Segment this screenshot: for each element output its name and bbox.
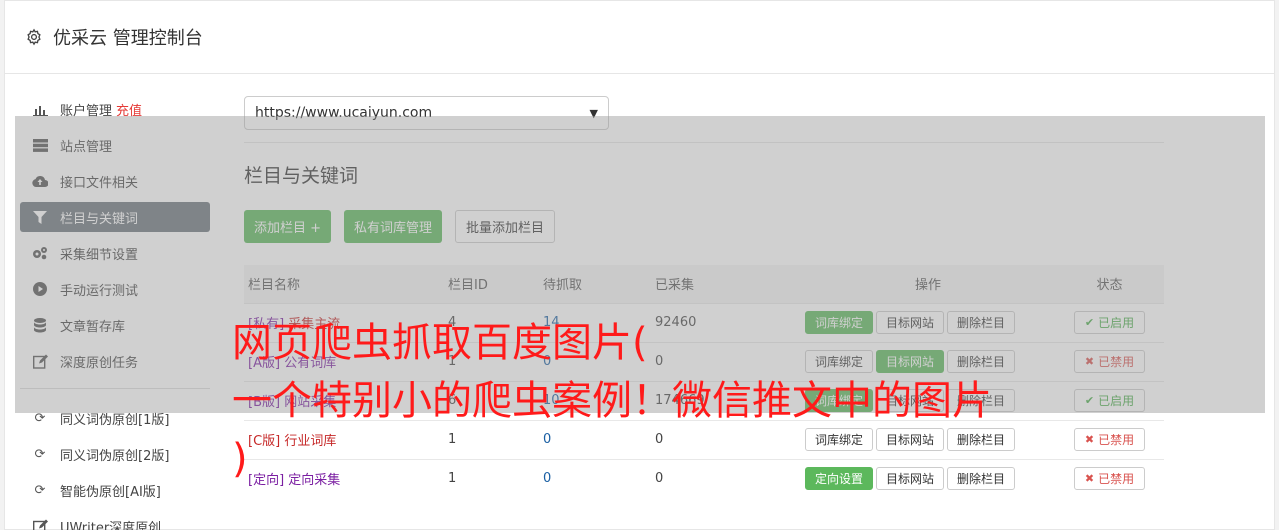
gear-icon — [25, 28, 43, 46]
sidebar-item-synonym-v2[interactable]: ⟳ 同义词伪原创[2版] — [20, 439, 210, 469]
page-title: 优采云 管理控制台 — [53, 28, 203, 49]
overlay-line-2: 一个特别小的爬虫案例！微信推文中的图片 — [232, 378, 992, 424]
overlay-headline: 网页爬虫抓取百度图片( 一个特别小的爬虫案例！微信推文中的图片 ) — [232, 314, 1272, 488]
bar-chart-icon — [32, 101, 48, 117]
edit-icon — [32, 518, 48, 530]
refresh-icon: ⟳ — [34, 446, 46, 462]
sidebar-item-ai-rewrite[interactable]: ⟳ 智能伪原创[AI版] — [20, 475, 210, 505]
refresh-icon: ⟳ — [34, 482, 46, 498]
sidebar-item-label: 同义词伪原创[2版] — [60, 448, 170, 464]
sidebar-item-label: 智能伪原创[AI版] — [60, 484, 161, 500]
sidebar-item-label: UWriter深度原创 — [60, 520, 162, 530]
sidebar-item-uwriter[interactable]: UWriter深度原创 — [20, 511, 210, 530]
overlay-line-1: 网页爬虫抓取百度图片( — [232, 320, 648, 366]
console-header: 优采云 管理控制台 — [5, 1, 1274, 74]
overlay-line-3: ) — [232, 436, 248, 482]
